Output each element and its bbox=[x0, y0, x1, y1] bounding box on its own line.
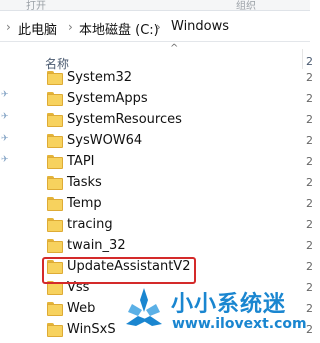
folder-icon bbox=[47, 113, 63, 127]
folder-icon bbox=[47, 197, 63, 211]
pin-icon: ✈ bbox=[1, 90, 9, 100]
file-row[interactable]: twain_32 2 bbox=[35, 236, 313, 257]
file-date: 2 bbox=[306, 113, 313, 126]
file-date: 2 bbox=[306, 239, 313, 252]
file-date: 2 bbox=[306, 197, 313, 210]
breadcrumb-this-pc[interactable]: 此电脑 bbox=[18, 19, 57, 38]
file-date: 2 bbox=[306, 302, 313, 315]
folder-icon bbox=[47, 92, 63, 106]
file-row[interactable]: Tasks 2 bbox=[35, 173, 313, 194]
folder-icon bbox=[47, 176, 63, 190]
file-row[interactable]: tracing 2 bbox=[35, 215, 313, 236]
watermark-url: www.ilovext.com bbox=[172, 316, 307, 332]
file-name: SysWOW64 bbox=[67, 133, 143, 148]
file-row[interactable]: SystemResources 2 bbox=[35, 110, 313, 131]
navigation-pane[interactable]: ✈ ✈ ✈ ✈ bbox=[0, 43, 13, 343]
file-date: 2 bbox=[306, 71, 313, 84]
file-row[interactable]: SysWOW64 2 bbox=[35, 131, 313, 152]
folder-icon bbox=[47, 218, 63, 232]
folder-icon bbox=[47, 323, 63, 337]
folder-icon bbox=[47, 71, 63, 85]
file-name: WinSxS bbox=[67, 322, 116, 337]
file-name: Tasks bbox=[67, 175, 102, 190]
pin-icon: ✈ bbox=[1, 112, 9, 122]
column-date-header[interactable]: 2 bbox=[306, 55, 313, 68]
file-name: System32 bbox=[67, 70, 133, 85]
file-name: Temp bbox=[67, 196, 102, 211]
folder-icon bbox=[47, 239, 63, 253]
pane-divider[interactable] bbox=[16, 43, 17, 343]
file-date: 2 bbox=[306, 155, 313, 168]
ribbon-strip: 打开 组织 bbox=[0, 0, 310, 12]
file-row[interactable]: Temp 2 bbox=[35, 194, 313, 215]
file-name: SystemResources bbox=[67, 112, 182, 127]
column-divider[interactable] bbox=[302, 49, 303, 69]
file-row[interactable]: TAPI 2 bbox=[35, 152, 313, 173]
breadcrumb-separator: › bbox=[6, 20, 11, 34]
folder-icon bbox=[47, 134, 63, 148]
watermark-title: 小小系统迷 bbox=[171, 292, 287, 317]
watermark-logo-icon bbox=[126, 288, 162, 326]
file-date: 2 bbox=[306, 134, 313, 147]
ribbon-open-label[interactable]: 打开 bbox=[26, 0, 46, 12]
breadcrumb-local-disk[interactable]: 本地磁盘 (C:) bbox=[79, 19, 159, 38]
breadcrumb-windows[interactable]: Windows bbox=[171, 19, 229, 34]
file-name: tracing bbox=[67, 217, 113, 232]
file-name: SystemApps bbox=[67, 91, 148, 106]
sort-ascending-icon: ^ bbox=[170, 43, 179, 54]
file-name: TAPI bbox=[67, 154, 95, 169]
file-date: 2 bbox=[306, 176, 313, 189]
highlight-box bbox=[42, 257, 196, 284]
file-row[interactable]: System32 2 bbox=[35, 68, 313, 89]
folder-icon bbox=[47, 155, 63, 169]
breadcrumb-separator[interactable]: › bbox=[156, 20, 161, 34]
ribbon-organize-label[interactable]: 组织 bbox=[236, 0, 256, 12]
pin-icon: ✈ bbox=[1, 155, 9, 165]
file-date: 2 bbox=[306, 218, 313, 231]
pin-icon: ✈ bbox=[1, 134, 9, 144]
file-name: Web bbox=[67, 301, 96, 316]
file-name: twain_32 bbox=[67, 238, 126, 253]
address-bar[interactable]: › 此电脑 › 本地磁盘 (C:) › Windows bbox=[0, 15, 310, 42]
file-date: 2 bbox=[306, 92, 313, 105]
file-date: 2 bbox=[306, 281, 313, 294]
column-header: 名称 ^ 2 bbox=[35, 43, 313, 71]
folder-icon bbox=[47, 302, 63, 316]
file-date: 2 bbox=[306, 323, 313, 336]
breadcrumb-separator[interactable]: › bbox=[68, 20, 73, 34]
file-date: 2 bbox=[306, 260, 313, 273]
file-row[interactable]: SystemApps 2 bbox=[35, 89, 313, 110]
